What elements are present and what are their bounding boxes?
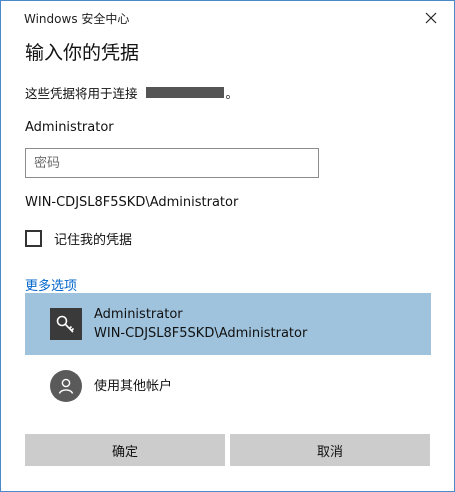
cancel-button[interactable]: 取消 [230, 434, 430, 466]
remember-label: 记住我的凭据 [54, 233, 133, 248]
credential-dialog: Windows 安全中心 输入你的凭据 这些凭据将用于连接 。 Administ… [0, 0, 455, 492]
connection-text: 这些凭据将用于连接 。 [25, 83, 238, 102]
connection-text-before: 这些凭据将用于连接 [25, 86, 138, 101]
close-button[interactable] [414, 4, 448, 32]
redacted-host [145, 87, 224, 98]
account-text: Administrator WIN-CDJSL8F5SKD\Administra… [94, 305, 307, 343]
account-name: Administrator [94, 307, 183, 322]
password-field[interactable] [25, 148, 319, 178]
use-other-account[interactable]: 使用其他帐户 [25, 363, 431, 409]
close-icon [425, 12, 437, 24]
remember-checkbox[interactable] [25, 230, 42, 247]
account-domain: WIN-CDJSL8F5SKD\Administrator [94, 326, 308, 341]
ok-button[interactable]: 确定 [25, 434, 225, 466]
user-icon [50, 370, 82, 402]
connection-text-after: 。 [225, 86, 239, 101]
account-item-administrator[interactable]: Administrator WIN-CDJSL8F5SKD\Administra… [25, 293, 431, 355]
domain-user-label: WIN-CDJSL8F5SKD\Administrator [25, 195, 239, 210]
dialog-heading: 输入你的凭据 [25, 42, 140, 64]
other-account-label: 使用其他帐户 [94, 378, 173, 394]
window-title: Windows 安全中心 [24, 12, 130, 26]
other-account-text: 使用其他帐户 [94, 377, 172, 396]
remember-credentials[interactable]: 记住我的凭据 [25, 229, 132, 248]
key-icon [50, 308, 82, 340]
more-options-link[interactable]: 更多选项 [25, 275, 77, 294]
username-label: Administrator [25, 120, 114, 135]
